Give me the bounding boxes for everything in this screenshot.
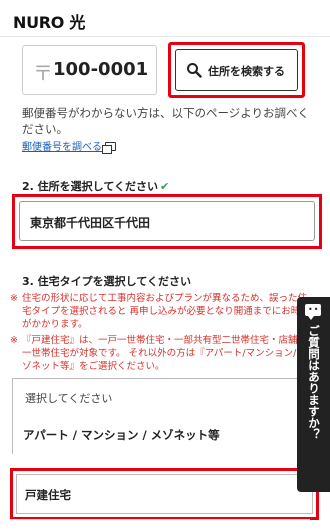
search-icon bbox=[187, 63, 202, 78]
housing-type-select[interactable]: 選択してください bbox=[12, 378, 317, 414]
note-item: ※ 住宅の形状に応じて工事内容およびプランが異なるため、誤った住宅タイプを選択さ… bbox=[10, 292, 310, 331]
option-apartment[interactable]: アパート / マンション / メゾネット等 bbox=[12, 414, 317, 454]
header-divider bbox=[0, 36, 330, 37]
chat-bubble-icon: ••• bbox=[305, 304, 324, 320]
note-text: 住宅の形状に応じて工事内容およびプランが異なるため、誤った住宅タイプを選択される… bbox=[22, 293, 310, 330]
search-button-label: 住所を検索する bbox=[208, 65, 285, 78]
bottom-divider bbox=[10, 519, 310, 520]
section-2-title: 2. 住所を選択してください ✔ bbox=[22, 178, 169, 194]
option-detached-house-label: 戸建住宅 bbox=[25, 488, 71, 502]
zip-lookup-link[interactable]: 郵便番号を調べる bbox=[22, 142, 102, 153]
note-mark: ※ bbox=[10, 335, 18, 346]
note-text: 『戸建住宅』は、一戸一世帯住宅・一部共有型二世帯住宅・店舗兼一世帯住宅が対象です… bbox=[22, 335, 308, 372]
option-apartment-label: アパート / マンション / メゾネット等 bbox=[23, 428, 220, 442]
chat-support-tab[interactable]: ••• ご質問はありますか？ bbox=[297, 297, 330, 492]
address-highlight: 東京都千代田区千代田 bbox=[12, 194, 322, 249]
external-window-icon bbox=[102, 142, 116, 154]
select-placeholder: 選択してください bbox=[25, 392, 113, 405]
postal-mark-icon: 〒 bbox=[33, 61, 53, 85]
search-button-highlight: 住所を検索する bbox=[168, 42, 305, 98]
checkmark-icon: ✔ bbox=[160, 180, 170, 193]
housing-type-notes: ※ 住宅の形状に応じて工事内容およびプランが異なるため、誤った住宅タイプを選択さ… bbox=[10, 292, 310, 376]
address-select[interactable]: 東京都千代田区千代田 bbox=[19, 201, 315, 241]
option-detached-house[interactable]: 戸建住宅 bbox=[16, 474, 313, 514]
zip-hint-text: 郵便番号がわからない方は、以下のページよりお調べください。 bbox=[22, 106, 310, 136]
selected-address: 東京都千代田区千代田 bbox=[30, 216, 151, 230]
section-2-title-text: 2. 住所を選択してください bbox=[22, 180, 159, 193]
note-item: ※ 『戸建住宅』は、一戸一世帯住宅・一部共有型二世帯住宅・店舗兼一世帯住宅が対象… bbox=[10, 334, 310, 373]
chat-dots: ••• bbox=[308, 305, 326, 314]
section-3-title: 3. 住宅タイプを選択してください bbox=[22, 275, 192, 288]
nuro-logo[interactable]: NURO 光 bbox=[13, 9, 85, 33]
zip-code-value: 100-0001 bbox=[53, 59, 149, 80]
note-mark: ※ bbox=[10, 293, 18, 304]
chat-tab-label: ご質問はありますか？ bbox=[307, 325, 321, 440]
zip-code-field[interactable]: 〒 100-0001 bbox=[22, 45, 157, 95]
option-house-highlight: 戸建住宅 bbox=[10, 468, 319, 520]
address-search-button[interactable]: 住所を検索する bbox=[175, 49, 298, 91]
site-header: NURO 光 bbox=[0, 0, 330, 36]
zip-lookup-link-row: 郵便番号を調べる bbox=[22, 138, 116, 154]
